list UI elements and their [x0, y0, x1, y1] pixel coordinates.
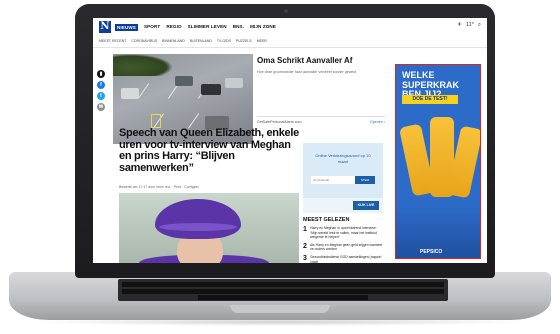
list-item-text[interactable]: Harry en Meghan in opzienbarend intervie…	[310, 226, 384, 240]
twitter-share-icon[interactable]: t	[97, 92, 105, 100]
most-read-title: MEEST GELEZEN	[303, 217, 350, 223]
list-item-number: 2	[303, 242, 307, 250]
most-read: MEEST GELEZEN 1 Harry en Meghan in opzie…	[303, 217, 387, 263]
nav-item-sport[interactable]: SPORT	[144, 24, 160, 31]
article-headline[interactable]: Speech van Queen Elizabeth, enkele uren …	[119, 127, 299, 174]
list-item-number: 3	[303, 254, 307, 262]
list-item-text[interactable]: Gezondheidsdienst GGD aanstellingen (rap…	[310, 255, 384, 263]
subnav-item[interactable]: BUITENLAND	[190, 39, 212, 43]
facebook-share-icon[interactable]: f	[97, 81, 105, 89]
election-ad-text: Online Verkiezingsavond op 10 maart	[315, 153, 371, 164]
banner-brand: PEPSICO	[420, 249, 443, 255]
nav-item-nieuws[interactable]: NIEUWS	[115, 23, 138, 31]
bookmark-icon[interactable]: ▮	[97, 70, 105, 78]
search-icon[interactable]: ⌕	[478, 22, 481, 29]
parked-car	[225, 78, 243, 88]
site-header: N NIEUWS SPORT REGIO SLIMMER LEVEN BNS. …	[93, 18, 487, 36]
webcam-icon	[284, 9, 288, 13]
browser-screen: N NIEUWS SPORT REGIO SLIMMER LEVEN BNS. …	[93, 18, 487, 263]
site-logo[interactable]: N	[99, 21, 111, 33]
laptop-mockup: N NIEUWS SPORT REGIO SLIMMER LEVEN BNS. …	[0, 0, 560, 334]
list-item-number: 1	[303, 226, 307, 233]
subnav-item[interactable]: CORONAVIRUS	[131, 39, 157, 43]
weather-icon[interactable]: ☀	[457, 22, 462, 29]
ad-source: GetSafePersonalAlarm.com	[257, 120, 302, 124]
laptop-trackpad-lip	[230, 305, 330, 313]
sub-nav: MEEST RECENT CORONAVIRUS BINNENLAND BUIT…	[99, 39, 272, 43]
nav-item-slimmer-leven[interactable]: SLIMMER LEVEN	[188, 24, 227, 31]
article-byline: Bewerkt om 17:17 door onze red. · Print …	[119, 185, 199, 189]
parked-car	[175, 76, 193, 86]
share-buttons: ▮ f t ✉	[97, 70, 105, 111]
election-ad[interactable]: Online Verkiezingsavond op 10 maart Je p…	[303, 143, 383, 213]
subnav-item[interactable]: BINNENLAND	[162, 39, 185, 43]
sponsored-ad[interactable]: Oma Schrikt Aanvaller Af Hoe deze grootm…	[257, 54, 385, 134]
nav-item-bns[interactable]: BNS.	[233, 24, 244, 31]
subnav-item[interactable]: MEEST RECENT	[99, 39, 126, 43]
mail-share-icon[interactable]: ✉	[97, 103, 105, 111]
subnav-item[interactable]: TV-GIDS	[217, 39, 231, 43]
article-photo[interactable]	[119, 193, 299, 263]
subnav-item[interactable]: MEER	[257, 39, 267, 43]
tree-shape	[113, 54, 173, 76]
list-item[interactable]: 3 Gezondheidsdienst GGD aanstellingen (r…	[303, 255, 387, 263]
banner-cta-button[interactable]: DOE DE TEST!	[402, 95, 458, 104]
ad-description: Hoe deze grootmoeder haar aanvaller verd…	[257, 70, 357, 74]
laptop-keyboard	[118, 279, 448, 301]
ad-open-link[interactable]: Openen ›	[370, 120, 385, 124]
highlight-box	[151, 114, 161, 128]
list-item-text[interactable]: Als Harry en Meghan geen geld krijgen wa…	[310, 243, 384, 252]
ad-footer: GetSafePersonalAlarm.com Openen ›	[257, 116, 385, 124]
header-icons: ☀ 11° ⌕	[457, 22, 481, 29]
main-nav: NIEUWS SPORT REGIO SLIMMER LEVEN BNS. MI…	[115, 23, 282, 31]
nav-item-regio[interactable]: REGIO	[166, 24, 181, 31]
ad-title[interactable]: Oma Schrikt Aanvaller Af	[257, 56, 385, 65]
parked-car	[121, 88, 139, 99]
watch-live-button[interactable]: KIJK LIVE	[353, 201, 379, 210]
hatband-shape	[159, 223, 237, 231]
weather-temp: 11°	[465, 22, 474, 28]
pepsico-banner-ad[interactable]: WELKE SUPERKRAK BEN JIJ? DOE DE TEST! PE…	[395, 64, 481, 259]
list-item[interactable]: 1 Harry en Meghan in opzienbarend interv…	[303, 226, 387, 240]
list-item[interactable]: 2 Als Harry en Meghan geen geld krijgen …	[303, 243, 387, 252]
parked-car	[201, 84, 221, 95]
hat-shape	[155, 199, 241, 239]
header-divider	[93, 47, 487, 48]
nav-item-mijn-zone[interactable]: MIJN ZONE	[250, 24, 276, 31]
postcode-input[interactable]: Je postcode	[311, 176, 355, 184]
vote-button[interactable]: STEM	[355, 176, 375, 184]
subnav-item[interactable]: PUZZELS	[236, 39, 252, 43]
